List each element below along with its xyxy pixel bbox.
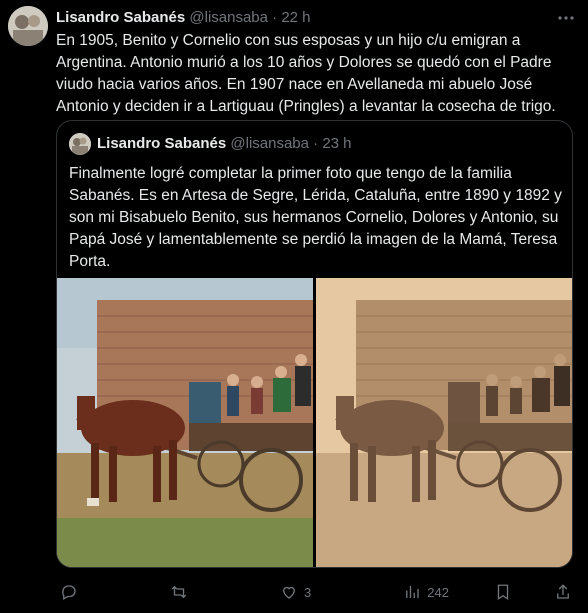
photo-original-sepia[interactable]: [316, 278, 572, 567]
author-meta: @lisansaba · 22 h: [189, 9, 311, 26]
quoted-avatar: [69, 133, 91, 155]
like-button[interactable]: 3: [280, 583, 311, 601]
avatar[interactable]: [8, 6, 48, 46]
like-count: 3: [304, 584, 312, 600]
quoted-author-name: Lisandro Sabanés: [97, 135, 227, 152]
tweet-actions: 3 242: [56, 578, 576, 606]
quoted-header: Lisandro Sabanés @lisansaba · 23 h: [97, 134, 560, 154]
views-chart-icon: [406, 586, 419, 598]
quoted-text: Finalmente logré completar la primer fot…: [69, 165, 562, 270]
reply-icon: [62, 585, 76, 600]
retweet-icon: [171, 585, 187, 599]
retweet-button[interactable]: [170, 583, 188, 601]
heart-icon: [283, 586, 295, 599]
photo-colorized[interactable]: [57, 278, 313, 567]
share-button[interactable]: [554, 583, 572, 601]
reply-button[interactable]: [60, 583, 78, 601]
share-icon: [557, 584, 569, 599]
bookmark-button[interactable]: [494, 583, 512, 601]
bookmark-icon: [497, 584, 509, 601]
more-options-icon[interactable]: [556, 8, 576, 28]
tweet: Lisandro Sabanés @lisansaba · 22 h En 19…: [0, 0, 588, 613]
tweet-text: En 1905, Benito y Cornelio con sus espos…: [56, 32, 556, 115]
author-name[interactable]: Lisandro Sabanés: [56, 9, 185, 26]
tweet-header: Lisandro Sabanés @lisansaba · 22 h: [56, 8, 548, 28]
quoted-author-meta: @lisansaba · 23 h: [230, 135, 352, 152]
views-button[interactable]: 242: [403, 583, 449, 601]
views-count: 242: [427, 584, 449, 600]
quoted-tweet[interactable]: Lisandro Sabanés @lisansaba · 23 h Final…: [56, 120, 573, 568]
photo-grid: [57, 278, 572, 567]
